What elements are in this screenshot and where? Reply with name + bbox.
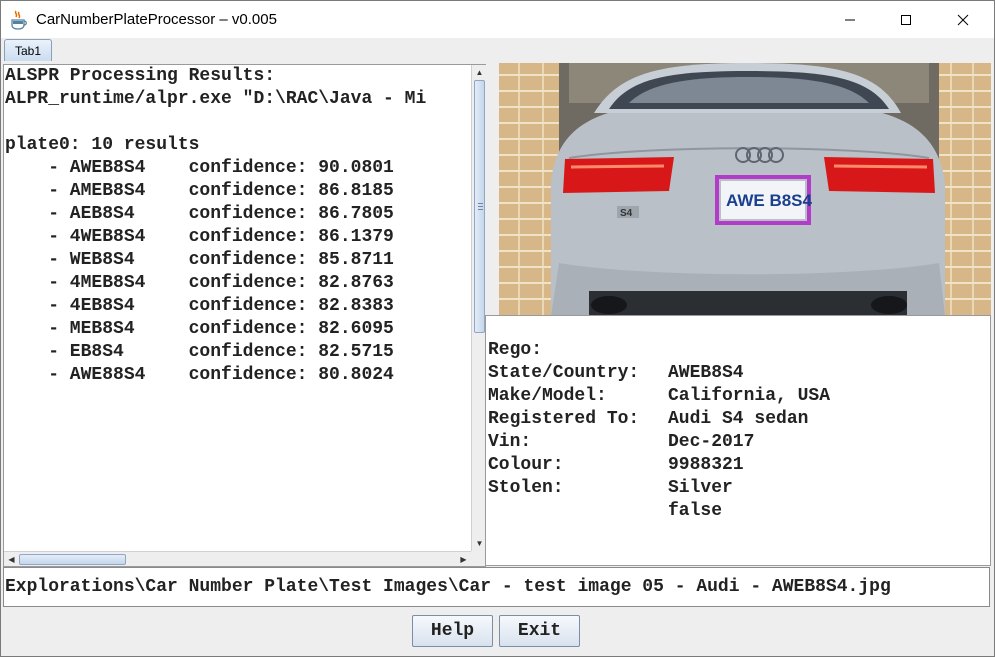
result-line: - AEB8S4 confidence: 86.7805 (5, 204, 394, 224)
detail-value: Dec-2017 (668, 432, 755, 452)
tab-strip: Tab1 (0, 38, 995, 62)
result-line: - 4MEB8S4 confidence: 82.8763 (5, 273, 394, 293)
detail-row-make-model: Make/Model: Audi S4 sedan (488, 362, 808, 429)
results-text-area[interactable]: ALSPR Processing Results: ALPR_runtime/al… (5, 65, 469, 549)
detail-row-vin: Vin: 9988321 (488, 408, 744, 475)
result-line (5, 111, 469, 134)
result-line: plate0: 10 results (5, 135, 200, 155)
image-path-field[interactable]: Explorations\Car Number Plate\Test Image… (3, 567, 990, 607)
scroll-left-icon[interactable]: ◀ (4, 552, 19, 567)
result-line: - AWEB8S4 confidence: 90.0801 (5, 158, 394, 178)
badge-text: S4 (620, 208, 633, 219)
detail-row-registered-to: Registered To: Dec-2017 (488, 385, 754, 452)
horizontal-scrollbar[interactable]: ◀ ▶ (4, 551, 471, 566)
result-line: - WEB8S4 confidence: 85.8711 (5, 250, 394, 270)
title-bar: CarNumberPlateProcessor – v0.005 (0, 0, 995, 38)
result-line: - AWE88S4 confidence: 80.8024 (5, 365, 394, 385)
scroll-right-icon[interactable]: ▶ (456, 552, 471, 567)
exit-button[interactable]: Exit (499, 615, 580, 647)
detail-row-rego: Rego: AWEB8S4 (488, 316, 744, 383)
detail-value: AWEB8S4 (668, 363, 744, 383)
minimize-button[interactable] (827, 1, 873, 38)
detail-value: false (668, 501, 723, 521)
maximize-button[interactable] (883, 1, 929, 38)
result-line: - EB8S4 confidence: 82.5715 (5, 342, 394, 362)
detail-label: Stolen: (488, 478, 564, 498)
result-line: ALPR_runtime/alpr.exe "D:\RAC\Java - Mi (5, 89, 427, 109)
vertical-scrollbar[interactable]: ▲ ▼ (471, 65, 486, 551)
result-line: ALSPR Processing Results: (5, 66, 276, 86)
java-cup-icon (10, 10, 28, 30)
window-title: CarNumberPlateProcessor – v0.005 (36, 11, 277, 28)
detail-value: Silver (668, 478, 733, 498)
result-line: - AMEB8S4 confidence: 86.8185 (5, 181, 394, 201)
results-scroll-pane[interactable]: ALSPR Processing Results: ALPR_runtime/al… (3, 64, 486, 567)
horizontal-scroll-thumb[interactable] (19, 554, 126, 565)
car-photo: S4 AWE B8S4 (499, 63, 991, 316)
tab-tab1[interactable]: Tab1 (4, 39, 52, 62)
detail-row-colour: Colour: Silver (488, 431, 733, 498)
vehicle-details-panel: Rego: AWEB8S4 State/Country: California,… (485, 315, 991, 566)
result-line: - MEB8S4 confidence: 82.6095 (5, 319, 394, 339)
detail-value: Audi S4 sedan (668, 409, 809, 429)
scroll-corner (471, 551, 486, 566)
result-line: - 4WEB8S4 confidence: 86.1379 (5, 227, 394, 247)
detail-value: California, USA (668, 386, 831, 406)
close-button[interactable] (940, 1, 986, 38)
help-button[interactable]: Help (412, 615, 493, 647)
result-line: - 4EB8S4 confidence: 82.8383 (5, 296, 394, 316)
vertical-scroll-thumb[interactable] (474, 80, 485, 333)
image-path-text[interactable]: Explorations\Car Number Plate\Test Image… (5, 576, 891, 599)
detail-value: 9988321 (668, 455, 744, 475)
scroll-up-icon[interactable]: ▲ (472, 65, 487, 80)
detail-row-state-country: State/Country: California, USA (488, 339, 830, 406)
detail-row-stolen: Stolen: false (488, 454, 722, 521)
plate-text: AWE B8S4 (726, 191, 813, 210)
